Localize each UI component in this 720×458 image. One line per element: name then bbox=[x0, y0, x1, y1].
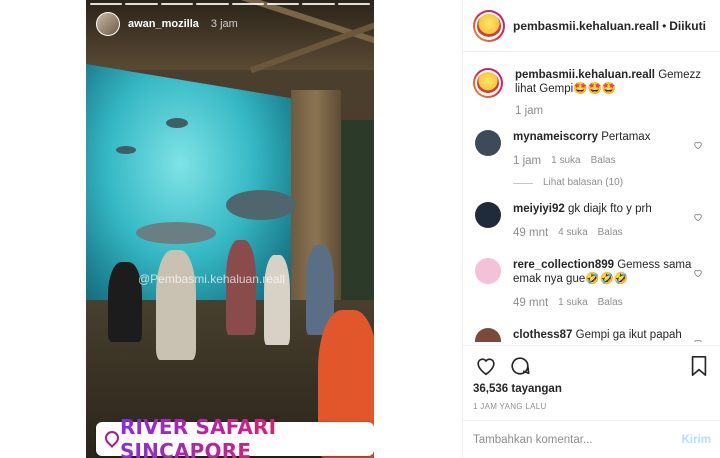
watermark: @Pembasmi.kehaluan.reall bbox=[138, 272, 285, 286]
comment-heart-icon[interactable] bbox=[693, 268, 703, 278]
comment-input[interactable] bbox=[473, 433, 653, 446]
comment-time[interactable]: 49 mnt bbox=[513, 296, 548, 310]
location-sticker[interactable]: RIVER SAFARI SINCAPORE bbox=[96, 415, 374, 458]
avatar-image bbox=[477, 72, 499, 94]
comment-text: Gempi ga ikut papah bbox=[575, 329, 682, 341]
location-sticker-text: RIVER SAFARI SINCAPORE bbox=[120, 415, 364, 458]
visitor bbox=[264, 255, 290, 345]
replies-line bbox=[513, 182, 533, 184]
comment: mynameiscorry Pertamax 1 jam 1 suka Bala… bbox=[475, 130, 715, 190]
visitor bbox=[226, 240, 256, 335]
story-time: 3 jam bbox=[210, 18, 238, 30]
comment: clothess87 Gempi ga ikut papah bbox=[475, 328, 715, 342]
header-avatar[interactable] bbox=[473, 9, 505, 42]
post-header: pembasmii.kehaluan.reall • Diikuti bbox=[463, 0, 720, 52]
comment-heart-icon[interactable] bbox=[693, 338, 703, 342]
comment-time[interactable]: 1 jam bbox=[513, 154, 541, 168]
separator-dot: • bbox=[662, 18, 667, 33]
post-comment-button[interactable]: Kirim bbox=[682, 434, 711, 446]
caption: pembasmii.kehaluan.reall Gemezz lihat Ge… bbox=[463, 52, 720, 118]
reply-button[interactable]: Balas bbox=[598, 226, 623, 240]
reply-button[interactable]: Balas bbox=[598, 296, 623, 310]
comment-avatar[interactable] bbox=[475, 328, 501, 342]
posted-time[interactable]: 1 JAM YANG LALU bbox=[473, 402, 711, 411]
post-panel: pembasmii.kehaluan.reall • Diikuti pemba… bbox=[462, 0, 720, 458]
story-username[interactable]: awan_mozilla bbox=[128, 18, 199, 30]
comment-likes[interactable]: 1 suka bbox=[558, 296, 587, 310]
comment-avatar[interactable] bbox=[475, 202, 501, 228]
reply-button[interactable]: Balas bbox=[591, 154, 616, 168]
comments-list[interactable]: pembasmii.kehaluan.reall Gemezz lihat Ge… bbox=[463, 52, 720, 342]
view-count[interactable]: 36,536 tayangan bbox=[473, 383, 711, 395]
comment-text: Pertamax bbox=[601, 131, 651, 143]
location-pin-icon bbox=[104, 431, 114, 447]
story-header: awan_mozilla 3 jam bbox=[96, 12, 238, 36]
heart-icon[interactable] bbox=[475, 355, 497, 377]
comment-likes[interactable]: 1 suka bbox=[551, 154, 580, 168]
comment-bubble-icon[interactable] bbox=[509, 355, 531, 377]
post-actions: 36,536 tayangan 1 JAM YANG LALU bbox=[463, 345, 720, 411]
header-username[interactable]: pembasmii.kehaluan.reall bbox=[513, 19, 659, 33]
comment-username[interactable]: mynameiscorry bbox=[513, 131, 598, 143]
fish bbox=[116, 146, 136, 154]
story-video[interactable]: awan_mozilla 3 jam @Pembasmi.kehaluan.re… bbox=[86, 0, 374, 458]
fish bbox=[166, 118, 188, 128]
avatar-image bbox=[477, 13, 501, 38]
comment: meiyiyi92 gk diajk fto y prh 49 mnt 4 su… bbox=[475, 202, 715, 240]
comment-heart-icon[interactable] bbox=[693, 212, 703, 222]
visitor bbox=[156, 250, 196, 360]
comment: rere_collection899 Gemess sama emak nya … bbox=[475, 258, 715, 310]
manatee bbox=[136, 222, 216, 244]
caption-username[interactable]: pembasmii.kehaluan.reall bbox=[515, 69, 655, 81]
following-button[interactable]: Diikuti bbox=[669, 19, 706, 33]
comment-likes[interactable]: 4 suka bbox=[558, 226, 587, 240]
action-bar bbox=[473, 346, 711, 386]
comment-username[interactable]: rere_collection899 bbox=[513, 259, 614, 271]
view-replies-label: Lihat balasan (10) bbox=[543, 177, 624, 188]
comment-text: gk diajk fto y prh bbox=[568, 203, 652, 215]
comment-avatar[interactable] bbox=[475, 258, 501, 284]
comment-username[interactable]: meiyiyi92 bbox=[513, 203, 565, 215]
view-replies[interactable]: Lihat balasan (10) bbox=[513, 176, 693, 190]
caption-avatar[interactable] bbox=[473, 68, 503, 98]
bookmark-icon[interactable] bbox=[689, 355, 709, 377]
comment-heart-icon[interactable] bbox=[693, 140, 703, 150]
caption-time[interactable]: 1 jam bbox=[515, 104, 710, 118]
comment-username[interactable]: clothess87 bbox=[513, 329, 572, 341]
story-progress-bar bbox=[90, 3, 370, 5]
story-avatar[interactable] bbox=[96, 12, 120, 36]
add-comment-bar: Kirim bbox=[463, 420, 720, 458]
visitor bbox=[108, 262, 142, 342]
comment-time[interactable]: 49 mnt bbox=[513, 226, 548, 240]
comment-avatar[interactable] bbox=[475, 130, 501, 156]
manatee bbox=[226, 190, 296, 220]
